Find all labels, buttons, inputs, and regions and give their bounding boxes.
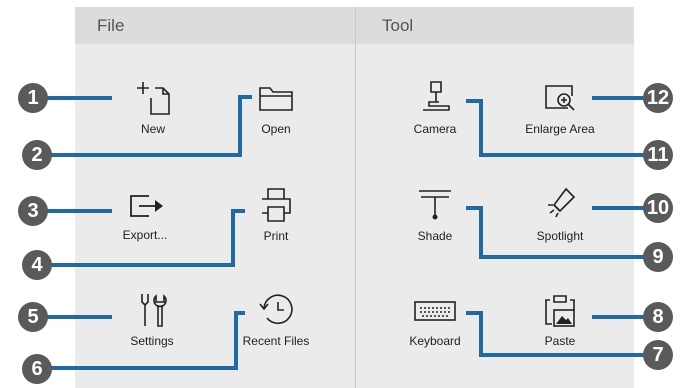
settings-button[interactable]: Settings [107, 290, 197, 348]
recent-files-button[interactable]: Recent Files [231, 290, 321, 348]
export-button[interactable]: Export... [100, 188, 190, 242]
export-label: Export... [122, 228, 168, 242]
new-label: New [140, 122, 165, 136]
zoom-in-icon [545, 85, 575, 111]
open-label: Open [261, 122, 291, 136]
spotlight-button[interactable]: Spotlight [515, 183, 605, 243]
export-icon [130, 195, 163, 217]
keyboard-icon [414, 301, 456, 321]
callout-7: 7 [643, 340, 673, 370]
shade-label: Shade [417, 229, 453, 243]
callout-11: 11 [643, 140, 673, 170]
camera-button[interactable]: Camera [390, 76, 480, 136]
camera-label: Camera [413, 122, 457, 136]
shade-button[interactable]: Shade [390, 183, 480, 243]
callout-4: 4 [22, 250, 52, 280]
paste-label: Paste [544, 334, 576, 348]
callout-3: 3 [18, 196, 48, 226]
settings-label: Settings [130, 334, 174, 348]
callout-1: 1 [18, 83, 48, 113]
spotlight-icon [548, 187, 576, 218]
callout-10: 10 [643, 193, 673, 223]
print-label: Print [263, 229, 289, 243]
callout-5: 5 [18, 302, 48, 332]
enlarge-area-button[interactable]: Enlarge Area [515, 76, 605, 136]
callout-12: 12 [643, 83, 673, 113]
keyboard-label: Keyboard [409, 334, 461, 348]
shade-icon [419, 190, 451, 220]
callout-9: 9 [643, 242, 673, 272]
paste-button[interactable]: Paste [515, 290, 605, 348]
printer-icon [262, 188, 291, 222]
callout-8: 8 [643, 302, 673, 332]
spotlight-label: Spotlight [536, 229, 584, 243]
paste-icon [545, 295, 575, 327]
print-button[interactable]: Print [231, 183, 321, 243]
clock-icon [259, 294, 293, 325]
callout-6: 6 [22, 354, 52, 384]
recent-files-label: Recent Files [242, 334, 310, 348]
open-button[interactable]: Open [231, 76, 321, 136]
camera-icon [423, 81, 450, 111]
callout-2: 2 [22, 140, 52, 170]
enlarge-area-label: Enlarge Area [525, 122, 595, 136]
new-button[interactable]: New [108, 76, 198, 136]
settings-icon [141, 294, 167, 327]
keyboard-button[interactable]: Keyboard [390, 290, 480, 348]
folder-icon [259, 87, 293, 111]
new-file-icon [137, 82, 170, 115]
